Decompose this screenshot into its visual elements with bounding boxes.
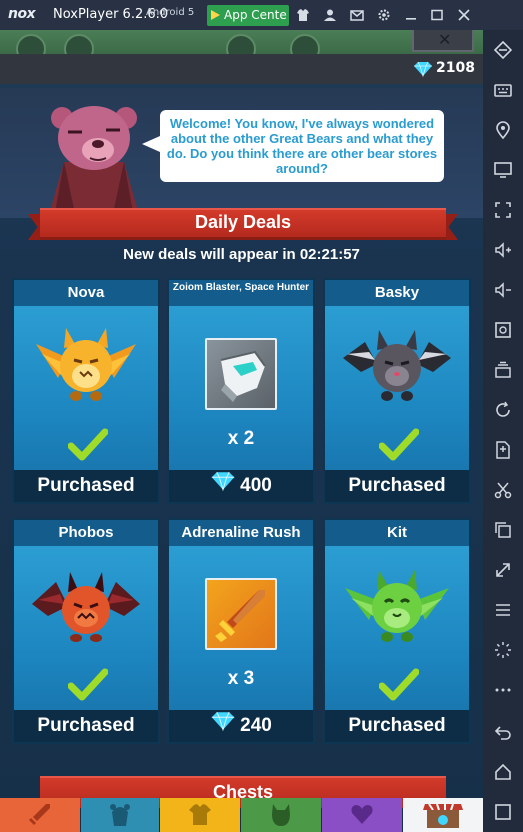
fullscreen-icon[interactable] bbox=[493, 200, 513, 220]
shopkeeper-scene: Welcome! You know, I've always wondered … bbox=[0, 88, 483, 218]
menu-icon[interactable] bbox=[493, 600, 513, 620]
scissors-icon[interactable] bbox=[493, 480, 513, 500]
deal-card-phobos[interactable]: Phobos Purchased bbox=[12, 518, 160, 744]
android-version: Android 5 bbox=[146, 7, 195, 18]
bottom-tab-bar bbox=[0, 798, 483, 832]
maximize-icon[interactable] bbox=[430, 8, 444, 22]
basky-creature-icon bbox=[343, 330, 451, 401]
home-icon[interactable] bbox=[493, 762, 513, 782]
settings-icon[interactable] bbox=[377, 8, 391, 22]
gem-count: 2108 bbox=[436, 60, 475, 76]
app-center-label: App Cente bbox=[224, 8, 287, 22]
keyboard-mapping-icon[interactable] bbox=[493, 40, 513, 60]
daily-deals-title: Daily Deals bbox=[194, 212, 292, 232]
deal-card-price[interactable]: 240 bbox=[169, 710, 313, 742]
tab-shop[interactable] bbox=[403, 798, 483, 832]
gem-icon bbox=[210, 710, 236, 742]
nova-creature-icon bbox=[36, 328, 136, 401]
deal-card-price-value: 400 bbox=[240, 475, 272, 497]
apk-install-icon[interactable] bbox=[493, 440, 513, 460]
deal-card-title: Kit bbox=[325, 520, 469, 546]
nox-logo: nox bbox=[8, 6, 36, 22]
more-icon[interactable] bbox=[493, 680, 513, 700]
close-icon[interactable] bbox=[457, 8, 471, 22]
shop-icon bbox=[423, 803, 463, 828]
heart-icon bbox=[351, 805, 373, 824]
shopkeeper-dialog: Welcome! You know, I've always wondered … bbox=[166, 116, 438, 176]
deal-card-status: Purchased bbox=[325, 710, 469, 742]
sword-icon bbox=[215, 590, 265, 642]
account-icon[interactable] bbox=[323, 8, 337, 22]
resize-icon[interactable] bbox=[493, 560, 513, 580]
deal-card-adrenaline-rush[interactable]: Adrenaline Rush x 3 240 bbox=[167, 518, 315, 744]
copy-icon[interactable] bbox=[493, 520, 513, 540]
daily-deals-banner: Daily Deals bbox=[28, 208, 458, 242]
shirt-icon[interactable] bbox=[296, 8, 310, 22]
bear-head-icon bbox=[110, 804, 130, 826]
deal-card-status: Purchased bbox=[14, 470, 158, 502]
kit-creature-icon bbox=[345, 570, 449, 642]
speech-bubble: Welcome! You know, I've always wondered … bbox=[142, 110, 444, 182]
gem-icon bbox=[210, 470, 236, 502]
deal-card-title: Basky bbox=[325, 280, 469, 306]
blaster-gun-icon bbox=[220, 350, 266, 402]
creature-icon bbox=[272, 804, 290, 826]
loading-icon[interactable] bbox=[493, 640, 513, 660]
deal-card-quantity: x 3 bbox=[227, 668, 255, 689]
back-icon[interactable] bbox=[493, 722, 513, 742]
screen-icon[interactable] bbox=[493, 160, 513, 180]
location-icon[interactable] bbox=[493, 120, 513, 140]
purchased-check-icon bbox=[379, 428, 419, 461]
deal-card-kit[interactable]: Kit Purchased bbox=[323, 518, 471, 744]
volume-down-icon[interactable] bbox=[493, 280, 513, 300]
app-center-button[interactable]: App Cente bbox=[207, 5, 289, 26]
deal-card-title: Zoiom Blaster, Space Hunter bbox=[169, 280, 313, 306]
tab-weapons[interactable] bbox=[0, 798, 80, 832]
deal-card-title: Phobos bbox=[14, 520, 158, 546]
deal-card-status: Purchased bbox=[325, 470, 469, 502]
deal-card-title: Nova bbox=[14, 280, 158, 306]
keyboard-icon[interactable] bbox=[493, 80, 513, 100]
blaster-item-box bbox=[205, 338, 277, 410]
close-x-icon: ✕ bbox=[438, 30, 452, 49]
window-title-bar: nox NoxPlayer 6.2.6.0 Android 5 App Cent… bbox=[0, 0, 523, 30]
screenshot-icon[interactable] bbox=[493, 320, 513, 340]
deals-timer: New deals will appear in 02:21:57 bbox=[123, 246, 360, 263]
game-screen: ✕ 2108 Welcome! You know, I've always wo… bbox=[0, 30, 483, 832]
purchased-check-icon bbox=[379, 668, 419, 701]
deal-card-basky[interactable]: Basky Purchased bbox=[323, 278, 471, 504]
multi-instance-icon[interactable] bbox=[493, 360, 513, 380]
play-store-icon bbox=[211, 10, 220, 20]
tab-outfits[interactable] bbox=[160, 798, 240, 832]
deal-card-price[interactable]: 400 bbox=[169, 470, 313, 502]
currency-bar: 2108 bbox=[0, 54, 483, 84]
phobos-creature-icon bbox=[32, 572, 140, 642]
macro-icon[interactable] bbox=[493, 400, 513, 420]
top-menu-strip: ✕ bbox=[0, 30, 483, 64]
deal-card-status: Purchased bbox=[14, 710, 158, 742]
adrenaline-item-box bbox=[205, 578, 277, 650]
shop-close-button[interactable]: ✕ bbox=[412, 30, 474, 52]
mail-icon[interactable] bbox=[350, 8, 364, 22]
tab-bears[interactable] bbox=[81, 798, 159, 832]
sword-icon bbox=[29, 804, 50, 825]
volume-up-icon[interactable] bbox=[493, 240, 513, 260]
deal-card-title: Adrenaline Rush bbox=[169, 520, 313, 546]
deal-card-nova[interactable]: Nova Purchased bbox=[12, 278, 160, 504]
purchased-check-icon bbox=[68, 668, 108, 701]
deal-card-quantity: x 2 bbox=[227, 428, 255, 449]
deal-card-zoiom-blaster[interactable]: Zoiom Blaster, Space Hunter x 2 400 bbox=[167, 278, 315, 504]
recent-apps-icon[interactable] bbox=[493, 802, 513, 822]
bear-shopkeeper-icon bbox=[48, 106, 140, 218]
tab-creatures[interactable] bbox=[241, 798, 321, 832]
purchased-check-icon bbox=[68, 428, 108, 461]
shirt-icon bbox=[189, 804, 211, 825]
tab-favorites[interactable] bbox=[322, 798, 402, 832]
gem-icon bbox=[413, 61, 433, 81]
emulator-sidebar bbox=[483, 30, 523, 832]
deal-card-price-value: 240 bbox=[240, 715, 272, 737]
minimize-icon[interactable] bbox=[404, 8, 418, 22]
